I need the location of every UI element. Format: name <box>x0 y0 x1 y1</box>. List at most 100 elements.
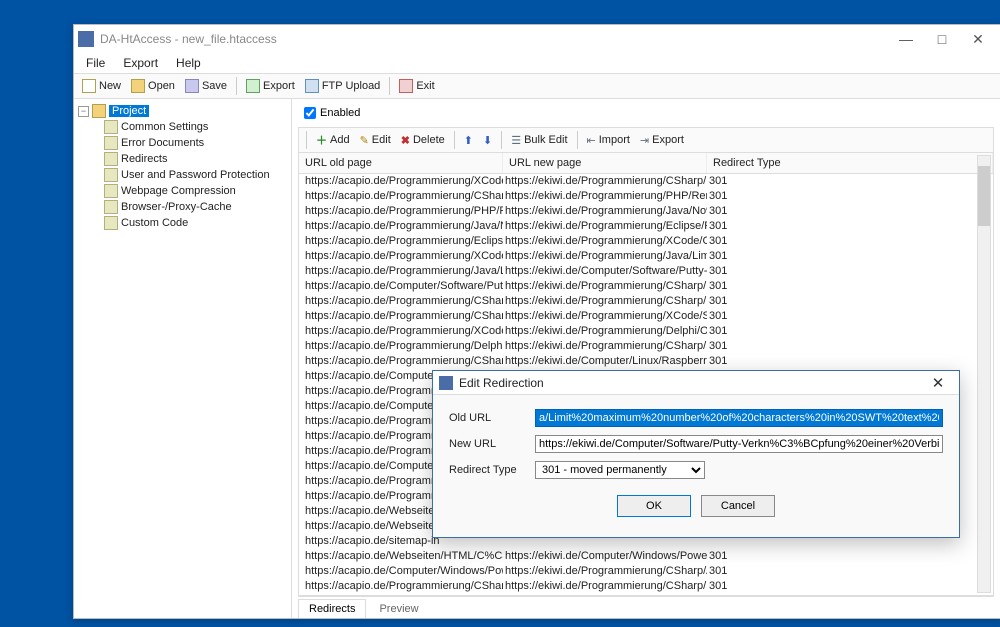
scroll-thumb[interactable] <box>978 166 990 226</box>
separator <box>389 77 390 95</box>
tool-export[interactable]: Export <box>242 77 299 95</box>
dialog-buttons: OK Cancel <box>433 485 959 527</box>
table-row[interactable]: https://acapio.de/Programmierung/CSharp/… <box>299 309 993 324</box>
table-row[interactable]: https://acapio.de/Programmierung/CSharp/… <box>299 189 993 204</box>
export-button[interactable]: ⇥Export <box>636 132 688 149</box>
body: − Project Common SettingsError Documents… <box>74 99 1000 618</box>
move-up-button[interactable]: ⬆ <box>460 132 477 149</box>
tab-redirects[interactable]: Redirects <box>298 599 366 618</box>
add-button[interactable]: ＋Add <box>312 130 354 150</box>
delete-icon: ✖ <box>401 134 410 147</box>
table-row[interactable]: https://acapio.de/Programmierung/CSharp/… <box>299 294 993 309</box>
file-icon <box>82 79 96 93</box>
menu-bar: File Export Help <box>74 53 1000 73</box>
dialog-body: Old URL New URL Redirect Type 301 - move… <box>433 395 959 485</box>
node-icon <box>104 168 118 182</box>
edit-button[interactable]: ✎Edit <box>356 132 395 149</box>
table-row[interactable]: https://acapio.de/Webseiten/HTML/C%C3%A4… <box>299 549 993 564</box>
col-type[interactable]: Redirect Type <box>707 153 993 173</box>
tool-ftp[interactable]: FTP Upload <box>301 77 385 95</box>
menu-help[interactable]: Help <box>168 54 209 72</box>
scrollbar[interactable] <box>977 155 991 593</box>
table-row[interactable]: https://acapio.de/Programmierung/Java/No… <box>299 219 993 234</box>
tree-item[interactable]: User and Password Protection <box>76 167 289 183</box>
dialog-title-bar: Edit Redirection ✕ <box>433 371 959 395</box>
maximize-button[interactable]: □ <box>924 27 960 51</box>
menu-export[interactable]: Export <box>115 54 166 72</box>
project-tree: − Project Common SettingsError Documents… <box>74 99 292 618</box>
pencil-icon: ✎ <box>360 134 369 147</box>
old-url-input[interactable] <box>535 409 943 427</box>
list-icon: ☰ <box>511 134 521 147</box>
app-icon <box>78 31 94 47</box>
exit-icon <box>399 79 413 93</box>
main-toolbar: New Open Save Export FTP Upload Exit <box>74 73 1000 99</box>
tree-item[interactable]: Custom Code <box>76 215 289 231</box>
col-new[interactable]: URL new page <box>503 153 707 173</box>
enabled-label: Enabled <box>320 107 360 119</box>
tab-bar: Redirects Preview <box>298 596 994 618</box>
tool-exit[interactable]: Exit <box>395 77 438 95</box>
main-panel: Enabled ＋Add ✎Edit ✖Delete ⬆ ⬇ ☰Bulk Edi… <box>292 99 1000 618</box>
tool-save[interactable]: Save <box>181 77 231 95</box>
tree-item[interactable]: Redirects <box>76 151 289 167</box>
tree-root[interactable]: − Project <box>76 103 289 119</box>
arrow-up-icon: ⬆ <box>464 134 473 147</box>
enabled-checkbox[interactable] <box>304 107 316 119</box>
tool-open[interactable]: Open <box>127 77 179 95</box>
dialog-icon <box>439 376 453 390</box>
table-row[interactable]: https://acapio.de/Programmierung/Java/Li… <box>299 264 993 279</box>
new-url-input[interactable] <box>535 435 943 453</box>
node-icon <box>104 216 118 230</box>
node-icon <box>104 120 118 134</box>
table-row[interactable]: https://acapio.de/Computer/Software/Putt… <box>299 279 993 294</box>
move-down-button[interactable]: ⬇ <box>479 132 496 149</box>
table-row[interactable]: https://acapio.de/Programmierung/PHP/Rem… <box>299 204 993 219</box>
minimize-button[interactable]: — <box>888 27 924 51</box>
edit-redirection-dialog: Edit Redirection ✕ Old URL New URL Redir… <box>432 370 960 538</box>
title-bar: DA-HtAccess - new_file.htaccess — □ ✕ <box>74 25 1000 53</box>
window-title: DA-HtAccess - new_file.htaccess <box>100 32 888 46</box>
tree-item[interactable]: Common Settings <box>76 119 289 135</box>
delete-button[interactable]: ✖Delete <box>397 132 449 149</box>
node-icon <box>104 200 118 214</box>
table-row[interactable]: https://acapio.de/Programmierung/XCode/W… <box>299 174 993 189</box>
export-icon <box>246 79 260 93</box>
dialog-title: Edit Redirection <box>459 376 923 390</box>
table-row[interactable]: https://acapio.de/Programmierung/CSharp/… <box>299 579 993 594</box>
import-button[interactable]: ⇤Import <box>583 132 634 149</box>
cancel-button[interactable]: Cancel <box>701 495 775 517</box>
bulk-edit-button[interactable]: ☰Bulk Edit <box>507 132 571 149</box>
arrow-down-icon: ⬇ <box>483 134 492 147</box>
close-button[interactable]: ✕ <box>960 27 996 51</box>
tab-preview[interactable]: Preview <box>368 599 429 618</box>
collapse-icon[interactable]: − <box>78 106 89 117</box>
table-row[interactable]: https://acapio.de/Programmierung/CSharp/… <box>299 594 993 596</box>
redirect-toolbar: ＋Add ✎Edit ✖Delete ⬆ ⬇ ☰Bulk Edit ⇤Impor… <box>298 127 994 153</box>
ok-button[interactable]: OK <box>617 495 691 517</box>
export-icon: ⇥ <box>640 134 649 147</box>
table-row[interactable]: https://acapio.de/Programmierung/Eclipse… <box>299 234 993 249</box>
redirect-type-label: Redirect Type <box>449 464 527 476</box>
tree-item[interactable]: Browser-/Proxy-Cache <box>76 199 289 215</box>
col-old[interactable]: URL old page <box>299 153 503 173</box>
tree-item[interactable]: Webpage Compression <box>76 183 289 199</box>
project-icon <box>92 104 106 118</box>
dialog-close-button[interactable]: ✕ <box>923 374 953 392</box>
menu-file[interactable]: File <box>78 54 113 72</box>
separator <box>236 77 237 95</box>
table-header: URL old page URL new page Redirect Type <box>299 153 993 174</box>
folder-icon <box>131 79 145 93</box>
table-row[interactable]: https://acapio.de/Programmierung/XCode/S… <box>299 324 993 339</box>
tree-item[interactable]: Error Documents <box>76 135 289 151</box>
redirect-type-select[interactable]: 301 - moved permanently <box>535 461 705 479</box>
table-row[interactable]: https://acapio.de/Computer/Windows/Power… <box>299 564 993 579</box>
globe-icon <box>305 79 319 93</box>
table-row[interactable]: https://acapio.de/Programmierung/XCode/C… <box>299 249 993 264</box>
disk-icon <box>185 79 199 93</box>
tool-new[interactable]: New <box>78 77 125 95</box>
node-icon <box>104 136 118 150</box>
table-row[interactable]: https://acapio.de/Programmierung/Delphi/… <box>299 339 993 354</box>
table-row[interactable]: https://acapio.de/Programmierung/CSharp/… <box>299 354 993 369</box>
new-url-label: New URL <box>449 438 527 450</box>
